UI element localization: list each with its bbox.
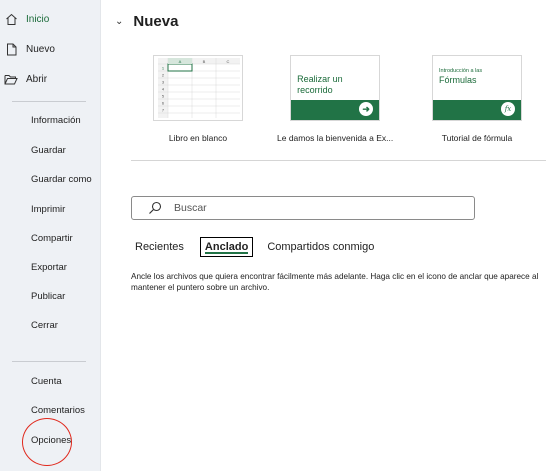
main-panel: ⌄ Nueva A B C 1 2 3 4 5 6 7 Libro en bla… xyxy=(101,0,552,471)
function-fx-icon: fx xyxy=(501,102,515,116)
section-divider xyxy=(131,160,546,161)
tab-recientes[interactable]: Recientes xyxy=(135,241,184,253)
sidebar-item-cerrar[interactable]: Cerrar xyxy=(31,320,58,331)
thumbnail-text: Realizar un recorrido xyxy=(297,74,343,95)
template-blank-workbook[interactable]: A B C 1 2 3 4 5 6 7 Libro en blanco xyxy=(153,55,243,143)
sidebar-item-exportar[interactable]: Exportar xyxy=(31,262,67,273)
grid-column-label: B xyxy=(203,59,206,64)
search-icon xyxy=(148,201,162,215)
sidebar-item-label: Inicio xyxy=(26,13,50,25)
template-formula-tutorial[interactable]: Introducción a las Fórmulas fx Tutorial … xyxy=(432,55,522,143)
sidebar-item-cuenta[interactable]: Cuenta xyxy=(31,376,62,387)
tab-compartidos-conmigo[interactable]: Compartidos conmigo xyxy=(267,241,374,253)
sidebar-item-publicar[interactable]: Publicar xyxy=(31,291,65,302)
sidebar-item-label: Nuevo xyxy=(26,43,55,55)
sidebar-item-guardar-como[interactable]: Guardar como xyxy=(31,174,92,185)
grid-column-label: C xyxy=(227,59,230,64)
new-document-icon xyxy=(4,42,18,56)
template-caption: Tutorial de fórmula xyxy=(441,133,513,143)
sidebar-item-inicio[interactable]: Inicio xyxy=(0,12,49,26)
sidebar-item-compartir[interactable]: Compartir xyxy=(31,233,73,244)
grid-column-label: A xyxy=(179,59,182,64)
thumbnail-title: Fórmulas xyxy=(439,75,477,85)
backstage-sidebar: Inicio Nuevo Abrir Información Guardar G… xyxy=(0,0,101,471)
template-caption: Le damos la bienvenida a Ex... xyxy=(277,133,394,143)
search-box[interactable] xyxy=(131,196,475,220)
folder-open-icon xyxy=(4,72,18,86)
sidebar-item-opciones[interactable]: Opciones xyxy=(31,435,71,446)
sidebar-item-informacion[interactable]: Información xyxy=(31,115,81,126)
sidebar-item-nuevo[interactable]: Nuevo xyxy=(0,42,55,56)
sidebar-item-imprimir[interactable]: Imprimir xyxy=(31,204,65,215)
search-input[interactable] xyxy=(174,202,454,214)
page-title-text: Nueva xyxy=(133,13,179,30)
template-caption: Libro en blanco xyxy=(168,133,228,143)
template-thumbnail: Introducción a las Fórmulas fx xyxy=(432,55,522,121)
sidebar-item-comentarios[interactable]: Comentarios xyxy=(31,405,85,416)
template-thumbnail: Realizar un recorrido ➜ xyxy=(290,55,381,121)
chevron-down-icon[interactable]: ⌄ xyxy=(115,16,123,27)
spreadsheet-grid-icon: A B C 1 2 3 4 5 6 7 xyxy=(158,58,240,118)
sidebar-item-label: Abrir xyxy=(26,73,48,85)
tab-anclado[interactable]: Anclado xyxy=(199,237,254,257)
sidebar-item-guardar[interactable]: Guardar xyxy=(31,145,66,156)
thumbnail-subtitle: Introducción a las xyxy=(439,68,483,74)
sidebar-divider xyxy=(12,361,86,362)
file-tabs: Recientes Anclado Compartidos conmigo xyxy=(135,237,388,257)
template-welcome-tour[interactable]: Realizar un recorrido ➜ Le damos la bien… xyxy=(277,55,393,143)
pinned-description: Ancle los archivos que quiera encontrar … xyxy=(131,272,539,292)
page-title: ⌄ Nueva xyxy=(115,13,178,30)
home-icon xyxy=(4,12,18,26)
sidebar-divider xyxy=(12,101,86,102)
sidebar-item-abrir[interactable]: Abrir xyxy=(0,72,47,86)
template-thumbnail: A B C 1 2 3 4 5 6 7 xyxy=(153,55,243,121)
